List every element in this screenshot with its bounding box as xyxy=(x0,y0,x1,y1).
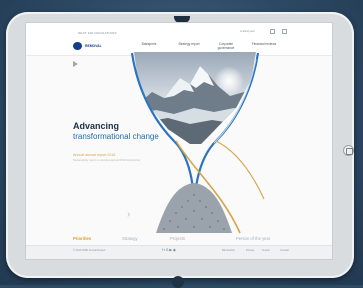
tab-priorities[interactable]: Priorities xyxy=(73,236,91,241)
tablet-screen: NEXT 100 NAVIGATIONS Α Ελληνικά REMOVAL … xyxy=(25,22,333,260)
hourglass-graphic xyxy=(130,52,265,234)
footer-link-2[interactable]: Privacy xyxy=(246,249,255,252)
tab-projects[interactable]: Projects xyxy=(170,236,185,241)
report-subtitle: Sustainability report on transformationa… xyxy=(73,159,140,162)
hero-title-line2: transformational change xyxy=(73,132,159,141)
footer: © 2016 RWE Annual Report f t G ▶ ◉ Barri… xyxy=(26,245,332,259)
tab-person-of-year[interactable]: Person of the year xyxy=(236,236,270,241)
footer-link-1[interactable]: Barrierefrei xyxy=(222,249,235,252)
home-button-icon[interactable] xyxy=(343,145,354,156)
play-icon[interactable] xyxy=(73,61,78,67)
bottom-dot xyxy=(172,276,184,288)
report-link[interactable]: Annual annual report 2016 xyxy=(73,153,115,157)
section-tabs: Priorities Strategy Projects Person of t… xyxy=(26,234,332,244)
social-icons[interactable]: f t G ▶ ◉ xyxy=(162,248,176,252)
footer-link-3[interactable]: Imprint xyxy=(262,249,270,252)
hero-title-line1: Advancing xyxy=(73,121,120,131)
footer-copyright: © 2016 RWE Annual Report xyxy=(73,249,106,252)
tab-strategy[interactable]: Strategy xyxy=(122,236,138,241)
footer-link-4[interactable]: Contact xyxy=(280,249,289,252)
chevron-right-icon[interactable]: › xyxy=(127,210,130,220)
